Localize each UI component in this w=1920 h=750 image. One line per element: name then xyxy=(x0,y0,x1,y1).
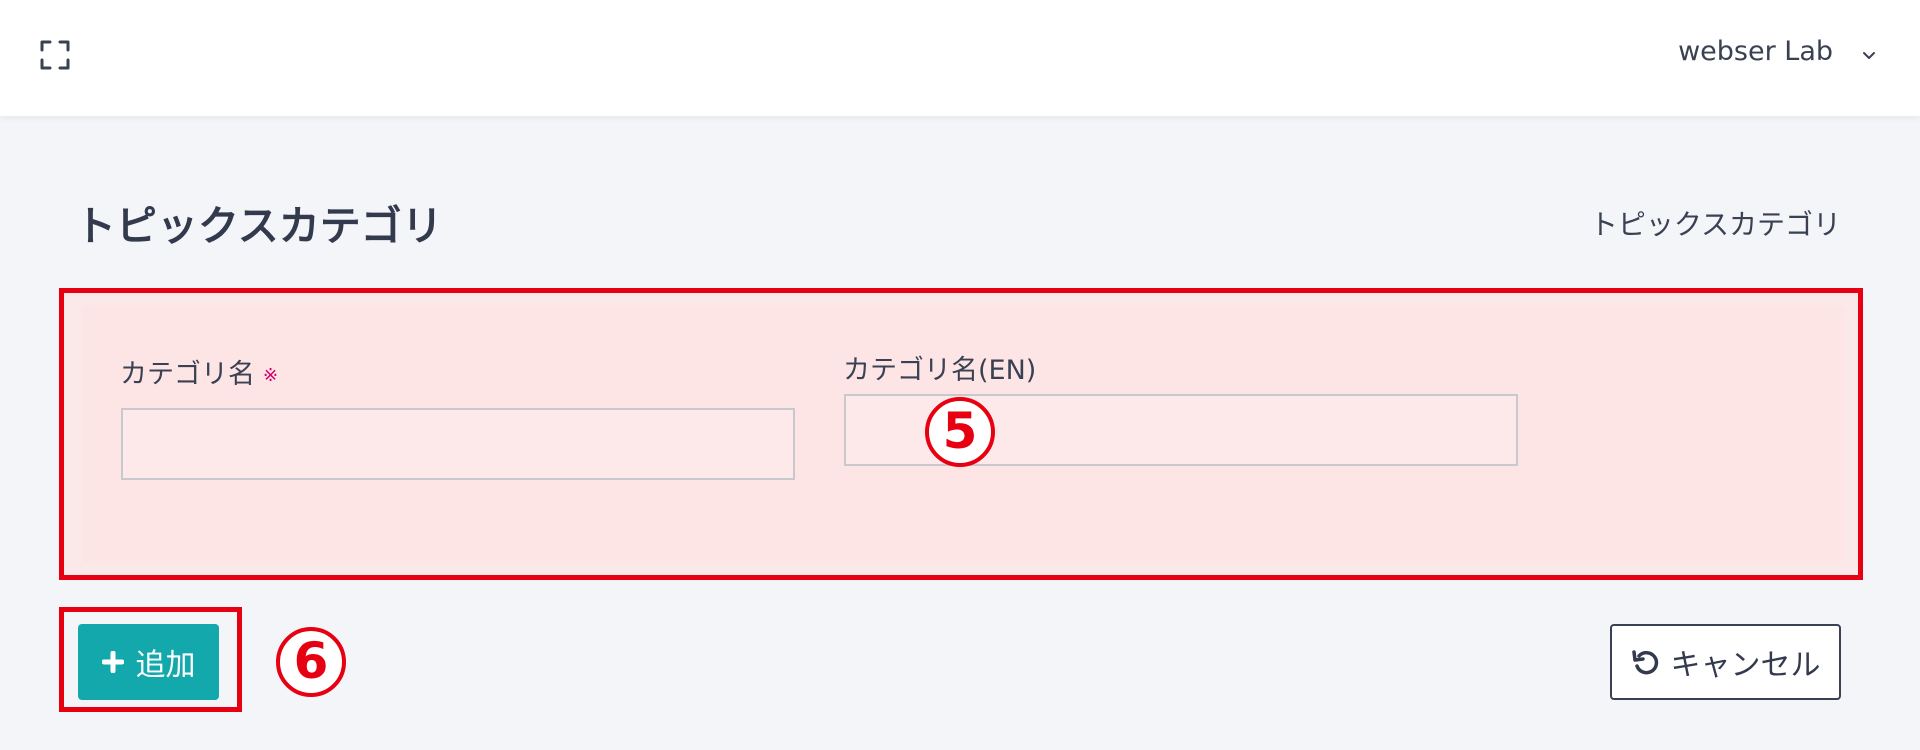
add-button-label: 追加 xyxy=(135,648,196,683)
cancel-button-label: キャンセル xyxy=(1670,648,1821,683)
callout-number-6: 6 xyxy=(276,627,346,697)
category-name-label-text: カテゴリ名 xyxy=(120,359,255,390)
cancel-button[interactable]: キャンセル xyxy=(1610,624,1841,700)
undo-icon xyxy=(1631,650,1658,675)
page: webser Lab トピックスカテゴリ トピックスカテゴリ カテゴリ名 ※ カテ… xyxy=(0,0,1920,750)
required-mark: ※ xyxy=(263,365,279,386)
category-name-label: カテゴリ名 ※ xyxy=(120,352,278,391)
plus-icon xyxy=(101,651,124,673)
expand-icon[interactable] xyxy=(40,40,70,70)
chevron-down-icon[interactable] xyxy=(1861,48,1877,64)
category-name-en-label-text: カテゴリ名(EN) xyxy=(843,355,1037,386)
add-button[interactable]: 追加 xyxy=(78,624,219,700)
breadcrumb[interactable]: トピックスカテゴリ xyxy=(1590,203,1841,243)
callout-number-5: 5 xyxy=(925,397,995,467)
page-title: トピックスカテゴリ xyxy=(75,202,443,250)
category-name-input[interactable] xyxy=(121,408,795,480)
category-name-en-label: カテゴリ名(EN) xyxy=(843,348,1036,387)
top-navbar: webser Lab xyxy=(0,0,1920,116)
user-menu-name[interactable]: webser Lab xyxy=(1678,36,1833,67)
